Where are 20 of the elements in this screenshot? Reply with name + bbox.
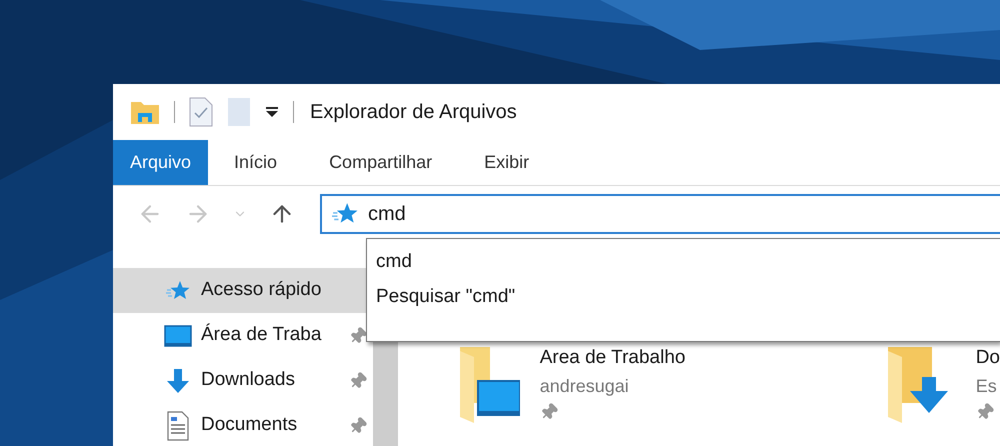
item-subtitle: Es [976,375,998,398]
item-subtitle: andresugai [540,375,630,398]
sidebar-item[interactable]: Downloads [113,358,374,403]
address-field[interactable]: cmd [320,194,1000,234]
download-arrow-icon [164,366,192,394]
ribbon-tab[interactable]: Início [208,140,304,185]
item-title[interactable]: Do [976,345,1000,371]
sidebar-item[interactable]: Área de Traba [113,313,374,358]
checked-document-icon[interactable] [189,97,213,127]
ribbon-tab[interactable]: Arquivo [113,140,208,185]
folder-icon[interactable] [130,99,160,125]
desktop-folder-icon [458,345,520,425]
ribbon-tab[interactable]: Exibir [458,140,556,185]
dropdown-icon[interactable] [265,106,279,118]
item-title[interactable]: Area de Trabalho [540,345,686,371]
sidebar-item[interactable]: Documents [113,403,374,446]
window-title: Explorador de Arquivos [310,100,517,125]
ribbon-tab[interactable]: Compartilhar [303,140,458,185]
document-icon [166,410,190,440]
monitor-icon [164,324,192,346]
